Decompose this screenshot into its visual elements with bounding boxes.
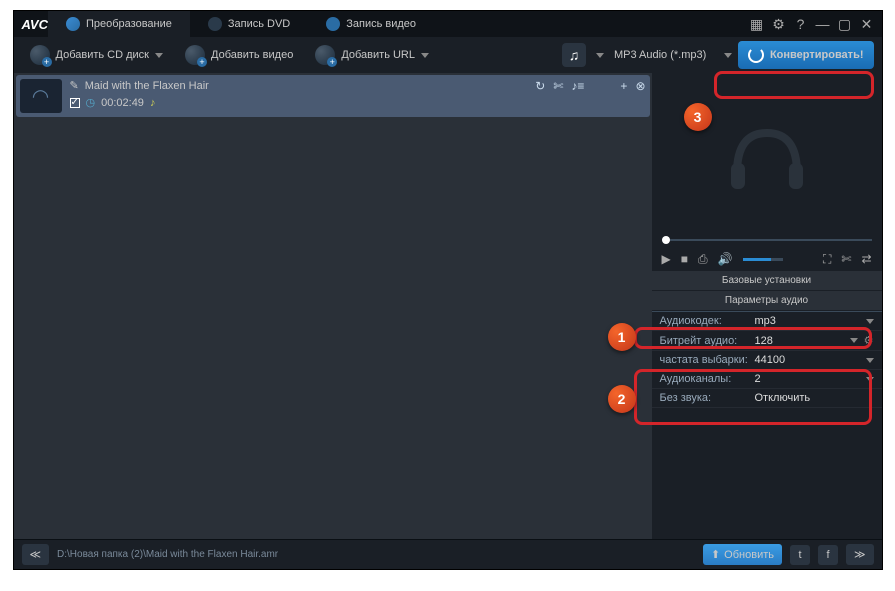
volume-slider[interactable] xyxy=(743,258,783,261)
tab-dvd-label: Запись DVD xyxy=(228,18,290,30)
chevron-down-icon[interactable] xyxy=(850,338,858,343)
param-bitrate: Битрейт аудио:128 ⚙ xyxy=(652,331,882,351)
expand-button[interactable]: ≫ xyxy=(846,544,874,565)
cd-icon xyxy=(30,45,50,65)
dvd-icon xyxy=(208,17,222,31)
convert-label: Конвертировать! xyxy=(770,49,864,61)
titlebar: AVC Преобразование Запись DVD Запись вид… xyxy=(14,11,882,37)
tab-dvd[interactable]: Запись DVD xyxy=(190,11,308,37)
gear-icon[interactable]: ⚙ xyxy=(772,17,786,31)
badge-3: 3 xyxy=(684,103,712,131)
tab-record-label: Запись видео xyxy=(346,18,416,30)
add-url-button[interactable]: Добавить URL xyxy=(307,41,437,69)
chevron-down-icon xyxy=(155,53,163,58)
format-selected[interactable]: MP3 Audio (*.mp3) xyxy=(614,49,714,61)
param-samplerate: частата выбарки:44100 xyxy=(652,351,882,370)
update-label: Обновить xyxy=(724,549,774,561)
video-icon xyxy=(185,45,205,65)
chevron-down-icon[interactable] xyxy=(724,53,732,58)
edit-icon[interactable]: ✎ xyxy=(70,79,79,92)
right-panel: ▶ ■ ⎙ 🔊 ⛶ ✄ ⇄ Базовые установки Параметр… xyxy=(652,73,882,539)
headphones-icon xyxy=(717,113,817,193)
gear-icon[interactable]: ⚙ xyxy=(864,334,874,347)
close-button[interactable]: ✕ xyxy=(860,17,874,31)
chevron-down-icon[interactable] xyxy=(866,358,874,363)
tab-convert-label: Преобразование xyxy=(86,18,172,30)
toolbar: Добавить CD диск Добавить видео Добавить… xyxy=(14,37,882,73)
fullscreen-button[interactable]: ⛶ xyxy=(823,252,831,267)
section-basic[interactable]: Базовые установки xyxy=(652,271,882,291)
cut-button[interactable]: ✄ xyxy=(841,252,851,266)
codec-label: Аудиокодек: xyxy=(660,315,755,327)
volume-icon[interactable]: 🔊 xyxy=(718,252,733,266)
samplerate-label: частата выбарки: xyxy=(660,354,755,366)
item-title: Maid with the Flaxen Hair xyxy=(85,80,209,92)
param-channels: Аудиоканалы:2 xyxy=(652,370,882,389)
channels-label: Аудиоканалы: xyxy=(660,373,755,385)
settings-icon[interactable]: ▦ xyxy=(750,17,764,31)
play-button[interactable]: ▶ xyxy=(662,252,671,266)
bitrate-value[interactable]: 128 xyxy=(755,335,850,347)
twitter-icon[interactable]: t xyxy=(790,545,810,565)
collapse-button[interactable]: ≪ xyxy=(22,544,50,565)
add-cd-button[interactable]: Добавить CD диск xyxy=(22,41,172,69)
music-icon: ♪ xyxy=(150,97,156,109)
tab-convert[interactable]: Преобразование xyxy=(48,11,190,37)
bitrate-label: Битрейт аудио: xyxy=(660,335,755,347)
refresh-icon xyxy=(748,47,764,63)
remove-icon[interactable]: ⊗ xyxy=(635,79,645,93)
convert-button[interactable]: Конвертировать! xyxy=(738,41,874,69)
cut-icon[interactable]: ✄ xyxy=(553,79,563,93)
preview xyxy=(652,73,882,233)
footer: ≪ D:\Новая папка (2)\Maid with the Flaxe… xyxy=(14,539,882,569)
stop-button[interactable]: ■ xyxy=(681,252,688,266)
mute-value[interactable]: Отключить xyxy=(755,392,874,404)
headphones-icon: ◠ xyxy=(20,79,62,113)
samplerate-value[interactable]: 44100 xyxy=(755,354,866,366)
loop-button[interactable]: ⇄ xyxy=(861,252,871,266)
tab-record[interactable]: Запись видео xyxy=(308,11,434,37)
format-icon[interactable]: ♫ xyxy=(562,43,586,67)
url-icon xyxy=(315,45,335,65)
chevron-down-icon[interactable] xyxy=(596,53,604,58)
update-button[interactable]: ⬆Обновить xyxy=(703,544,782,565)
chevron-down-icon[interactable] xyxy=(866,319,874,324)
list-item[interactable]: ◠ ✎Maid with the Flaxen Hair ◷00:02:49♪ … xyxy=(16,75,650,117)
checkbox[interactable] xyxy=(70,98,80,108)
refresh-icon[interactable]: ↻ xyxy=(535,79,545,93)
add-url-label: Добавить URL xyxy=(341,49,415,61)
snapshot-button[interactable]: ⎙ xyxy=(698,252,708,267)
badge-2: 2 xyxy=(608,385,636,413)
app-logo: AVC xyxy=(22,17,48,32)
add-video-button[interactable]: Добавить видео xyxy=(177,41,301,69)
param-mute: Без звука:Отключить xyxy=(652,389,882,408)
help-icon[interactable]: ? xyxy=(794,17,808,31)
add-cd-label: Добавить CD диск xyxy=(56,49,150,61)
add-icon[interactable]: + xyxy=(620,79,627,93)
output-path[interactable]: D:\Новая папка (2)\Maid with the Flaxen … xyxy=(57,549,695,560)
param-codec: Аудиокодек:mp3 xyxy=(652,312,882,331)
playlist-icon[interactable]: ♪≡ xyxy=(571,79,584,93)
item-duration: 00:02:49 xyxy=(101,97,144,109)
channels-value[interactable]: 2 xyxy=(755,373,866,385)
chevron-down-icon xyxy=(421,53,429,58)
mute-label: Без звука: xyxy=(660,392,755,404)
seek-bar[interactable] xyxy=(652,233,882,247)
badge-1: 1 xyxy=(608,323,636,351)
file-list: ◠ ✎Maid with the Flaxen Hair ◷00:02:49♪ … xyxy=(14,73,652,539)
maximize-button[interactable]: ▢ xyxy=(838,17,852,31)
chevron-down-icon[interactable] xyxy=(866,377,874,382)
section-audio[interactable]: Параметры аудио xyxy=(652,291,882,311)
facebook-icon[interactable]: f xyxy=(818,545,838,565)
record-icon xyxy=(326,17,340,31)
codec-value[interactable]: mp3 xyxy=(755,315,866,327)
convert-icon xyxy=(66,17,80,31)
minimize-button[interactable]: — xyxy=(816,17,830,31)
clock-icon: ◷ xyxy=(86,96,96,109)
add-video-label: Добавить видео xyxy=(211,49,293,61)
